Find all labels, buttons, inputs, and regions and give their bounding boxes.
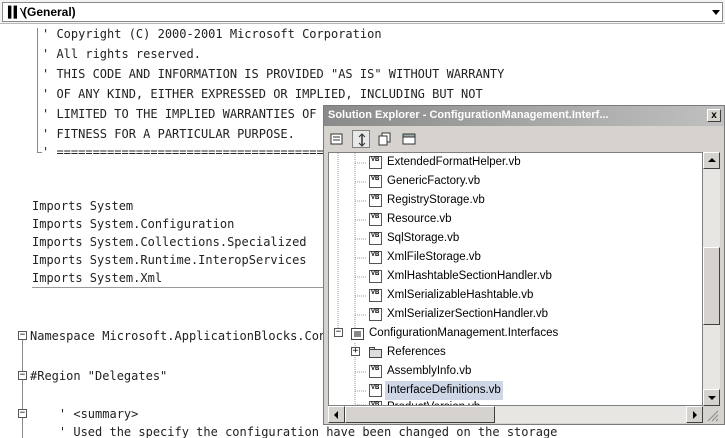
view-code-icon[interactable]: [400, 130, 418, 148]
tree-item-label: ConfigurationManagement.Interfaces: [369, 327, 559, 339]
tree-item-label: XmlSerializableHashtable.vb: [387, 289, 534, 301]
scroll-up-button[interactable]: [703, 152, 720, 169]
show-all-files-icon[interactable]: [376, 130, 394, 148]
scroll-thumb[interactable]: [703, 247, 720, 325]
references-folder-icon: [369, 347, 382, 358]
scroll-left-button[interactable]: [328, 406, 345, 423]
tree-item-label: ExtendedFormatHelper.vb: [387, 156, 521, 168]
vertical-scrollbar[interactable]: [703, 152, 720, 406]
vb-file-icon: VB: [369, 156, 382, 169]
editor-margin: [0, 24, 18, 438]
refresh-icon[interactable]: [352, 130, 370, 148]
vb-file-icon: VB: [369, 384, 382, 397]
vb-file-icon: VB: [369, 289, 382, 302]
solution-explorer-title: Solution Explorer - ConfigurationManagem…: [328, 109, 609, 121]
procedure-bar: ▌▌\ (General): [0, 0, 725, 24]
solution-explorer-toolbar: [324, 126, 724, 152]
vb-file-icon: VB: [369, 365, 382, 378]
code-line: ' OF ANY KIND, EITHER EXPRESSED OR IMPLI…: [42, 87, 483, 101]
scroll-right-button[interactable]: [686, 406, 703, 423]
vb-file-icon: VB: [369, 308, 382, 321]
collapse-summary-icon[interactable]: −: [18, 409, 27, 418]
vb-file-icon: VB: [369, 270, 382, 283]
procedure-combo[interactable]: ▌▌\ (General): [2, 2, 723, 22]
arrow-up-icon: [708, 158, 716, 162]
collapse-namespace-icon[interactable]: −: [18, 331, 27, 340]
collapse-region-icon[interactable]: −: [18, 371, 27, 380]
tree-item-label: Resource.vb: [387, 213, 452, 225]
expand-references-icon[interactable]: +: [351, 347, 360, 356]
arrow-left-icon: [334, 411, 338, 419]
combo-dropdown-arrow-icon[interactable]: [712, 10, 720, 15]
vb-file-icon: VB: [369, 251, 382, 264]
code-line: ' THIS CODE AND INFORMATION IS PROVIDED …: [42, 67, 505, 81]
outline-guide: [37, 28, 38, 152]
tree-item-label: XmlSerializerSectionHandler.vb: [387, 308, 549, 320]
scroll-thumb-horizontal[interactable]: [345, 406, 495, 423]
properties-icon[interactable]: [328, 130, 346, 148]
tree-item-label: References: [387, 346, 446, 358]
solution-explorer-window: Solution Explorer - ConfigurationManagem…: [323, 105, 725, 425]
tree-item-label: XmlFileStorage.vb: [387, 251, 481, 263]
vb-file-icon: VB: [369, 232, 382, 245]
close-icon[interactable]: x: [707, 109, 721, 122]
vb-file-icon: VB: [369, 194, 382, 207]
collapse-project-icon[interactable]: −: [334, 328, 343, 337]
code-line: ' All rights reserved.: [42, 47, 201, 61]
solution-explorer-titlebar[interactable]: Solution Explorer - ConfigurationManagem…: [324, 106, 724, 126]
tree-item-label: XmlHashtableSectionHandler.vb: [387, 270, 552, 282]
vb-file-icon: VB: [369, 175, 382, 188]
solution-tree[interactable]: VB ExtendedFormatHelper.vb VB GenericFac…: [328, 152, 703, 406]
project-icon: [351, 328, 364, 340]
tree-item-label: ProductVersion.vb: [387, 398, 480, 405]
separator-line: [32, 287, 327, 288]
code-line: ' Copyright (C) 2000-2001 Microsoft Corp…: [42, 27, 382, 41]
arrow-down-icon: [708, 396, 716, 400]
vb-file-icon: VB: [369, 213, 382, 226]
tree-item-label: RegistryStorage.vb: [387, 194, 485, 206]
tree-item-label: GenericFactory.vb: [387, 175, 481, 187]
horizontal-scrollbar[interactable]: [328, 406, 703, 423]
tree-item-label: SqlStorage.vb: [387, 232, 460, 244]
procedure-combo-label: (General): [23, 5, 76, 19]
scroll-down-button[interactable]: [703, 389, 720, 406]
outline-guide: [22, 340, 23, 438]
resize-grip[interactable]: [703, 406, 720, 423]
arrow-right-icon: [693, 411, 697, 419]
tree-item-label: AssemblyInfo.vb: [387, 365, 472, 377]
